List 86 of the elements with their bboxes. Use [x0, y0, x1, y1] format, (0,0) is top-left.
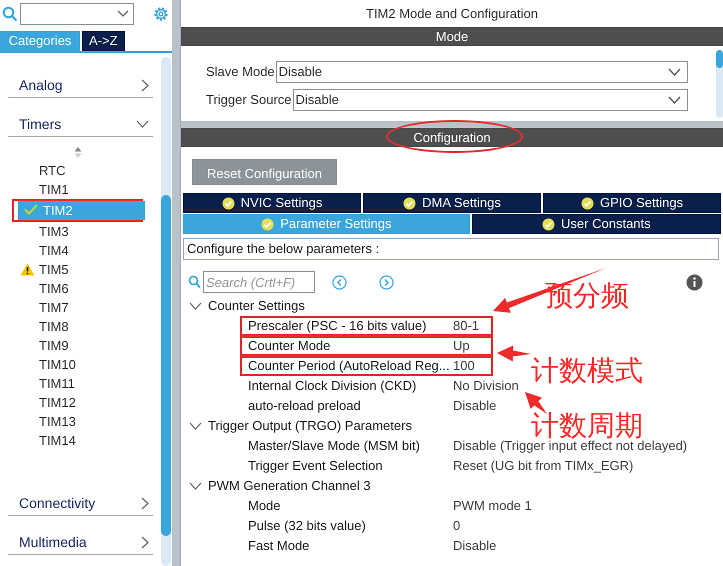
field-label: Slave Mode: [206, 63, 275, 82]
previous-icon: [332, 274, 347, 290]
parameter-value[interactable]: 100: [453, 356, 475, 376]
search-icon: [188, 275, 201, 289]
next-button[interactable]: [379, 274, 394, 290]
category-header[interactable]: Multimedia: [8, 516, 153, 555]
parameter-value[interactable]: 0: [453, 516, 460, 536]
parameter-label: Mode: [247, 497, 282, 516]
peripheral-item[interactable]: TIM14: [0, 431, 140, 450]
next-icon: [379, 274, 394, 290]
parameter-value[interactable]: Up: [453, 336, 470, 356]
group-toggle[interactable]: Trigger Output (TRGO) Parameters: [181, 416, 412, 436]
chevron-down-icon: [136, 120, 149, 128]
settings-tab[interactable]: User Constants: [472, 214, 721, 234]
parameter-label: Prescaler (PSC - 16 bits value): [247, 317, 428, 336]
check-circle-icon: [580, 196, 594, 210]
settings-icon[interactable]: [152, 5, 170, 23]
parameter-value[interactable]: Disable: [453, 536, 496, 556]
sidebar-tab[interactable]: A->Z: [82, 31, 125, 51]
peripheral-item[interactable]: TIM8: [0, 317, 140, 336]
previous-button[interactable]: [332, 274, 347, 290]
chevron-right-icon: [141, 78, 149, 92]
category-header[interactable]: Analog: [8, 59, 153, 98]
peripheral-item[interactable]: TIM11: [0, 374, 140, 393]
group-toggle[interactable]: Counter Settings: [181, 296, 305, 316]
hint-text: Configure the below parameters :: [183, 238, 719, 260]
peripheral-item[interactable]: TIM6: [0, 279, 140, 298]
settings-tab[interactable]: GPIO Settings: [543, 193, 721, 213]
category-header[interactable]: Connectivity: [8, 477, 153, 516]
caret-icon: [117, 10, 129, 18]
check-circle-icon: [222, 196, 235, 210]
sort-icon: [74, 147, 82, 158]
annotation-text: 计数周期: [531, 412, 643, 440]
caret-icon: [668, 68, 681, 76]
panel-title: TIM2 Mode and Configuration: [365, 5, 539, 23]
arrow: [497, 345, 531, 362]
annotation-text: 计数模式: [531, 357, 643, 385]
parameter-label: Counter Period (AutoReload Reg...: [247, 357, 451, 376]
section-header: Configuration: [413, 130, 491, 145]
search-field[interactable]: Search (Crtl+F): [203, 271, 315, 293]
section-header: Mode: [181, 27, 723, 46]
splitter[interactable]: [181, 121, 723, 128]
peripheral-item[interactable]: TIM3: [0, 222, 140, 241]
peripheral-item[interactable]: TIM10: [0, 355, 140, 374]
parameter-label: Counter Mode: [247, 337, 332, 356]
peripheral-item[interactable]: TIM5: [0, 260, 140, 279]
check-circle-icon: [261, 218, 274, 230]
parameter-label: auto-reload preload: [247, 397, 362, 416]
select-field[interactable]: Disable: [292, 89, 688, 111]
parameter-value[interactable]: Reset (UG bit from TIMx_EGR): [453, 456, 634, 476]
parameter-value[interactable]: Disable: [453, 396, 496, 416]
chevron-right-icon: [141, 536, 149, 548]
peripheral-item[interactable]: TIM9: [0, 336, 140, 355]
peripheral-item[interactable]: TIM13: [0, 412, 140, 431]
scrollbar[interactable]: [161, 57, 171, 566]
parameter-label: Internal Clock Division (CKD): [247, 377, 418, 396]
parameter-label: Pulse (32 bits value): [247, 517, 367, 536]
peripheral-item[interactable]: RTC: [0, 161, 140, 180]
chevron-right-icon: [141, 496, 149, 510]
peripheral-item[interactable]: TIM7: [0, 298, 140, 317]
field-label: Trigger Source: [206, 91, 292, 110]
chevron-down-icon: [189, 302, 202, 310]
arrow: [525, 392, 547, 414]
category-header[interactable]: Timers: [8, 98, 153, 137]
peripheral-item[interactable]: TIM1: [0, 180, 140, 199]
parameter-value[interactable]: No Division: [453, 376, 519, 396]
chevron-down-icon: [189, 422, 202, 430]
parameter-label: Fast Mode: [247, 537, 310, 556]
parameter-value[interactable]: 80-1: [453, 316, 480, 336]
chevron-down-icon: [189, 482, 202, 490]
search-icon: [2, 6, 18, 22]
parameter-value[interactable]: PWM mode 1: [453, 496, 532, 516]
info-icon[interactable]: [686, 274, 703, 290]
peripheral-item[interactable]: TIM4: [0, 241, 140, 260]
search-combo[interactable]: [20, 3, 134, 25]
peripheral-item[interactable]: TIM12: [0, 393, 140, 412]
check-circle-icon: [403, 196, 416, 210]
parameter-label: Trigger Event Selection: [247, 457, 384, 476]
settings-tab[interactable]: DMA Settings: [363, 193, 541, 213]
select-field[interactable]: Disable: [276, 61, 688, 83]
caret-icon: [668, 96, 681, 104]
settings-tab[interactable]: NVIC Settings: [183, 193, 361, 213]
parameter-label: Master/Slave Mode (MSM bit): [247, 437, 421, 456]
group-toggle[interactable]: PWM Generation Channel 3: [181, 476, 371, 496]
check-circle-icon: [542, 218, 556, 230]
scrollbar[interactable]: [716, 50, 723, 118]
